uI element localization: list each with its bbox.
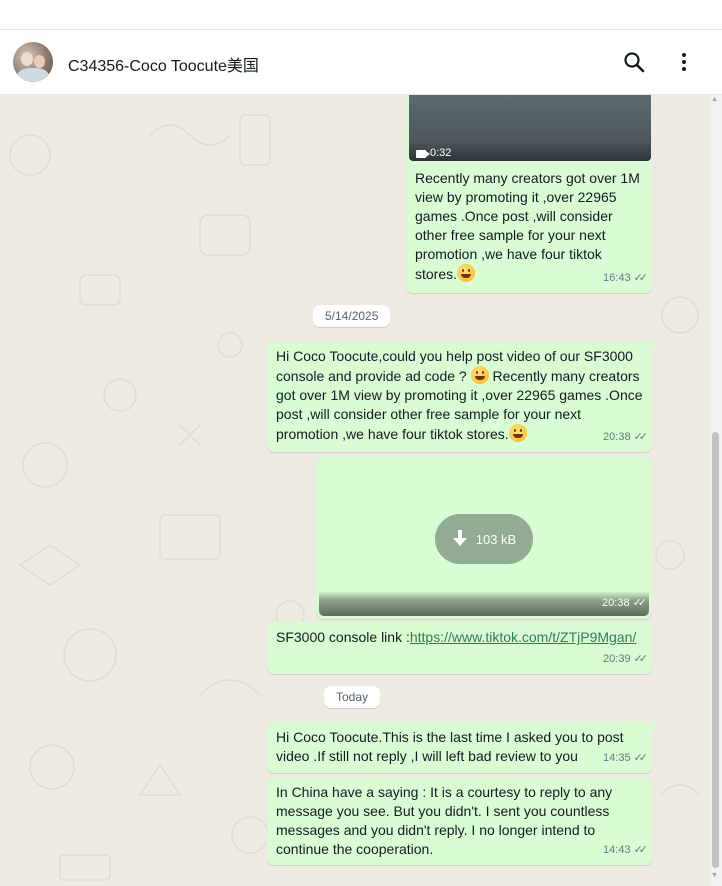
download-arrow-icon <box>452 530 467 546</box>
read-ticks-icon: ✓✓ <box>632 597 648 609</box>
message-meta: 20:39 ✓✓ <box>603 650 649 669</box>
contact-name[interactable]: C34356-Coco Toocute美国 <box>68 52 259 76</box>
window-top-strip <box>0 0 722 30</box>
message-bubble[interactable]: Hi Coco Toocute.This is the last time I … <box>267 722 652 773</box>
scroll-up-arrow-icon[interactable]: ▲ <box>711 96 718 103</box>
bubble-tail <box>652 722 660 730</box>
contact-avatar[interactable] <box>13 42 53 82</box>
grinning-face-emoji <box>457 264 476 282</box>
video-duration: 0:32 <box>416 144 451 163</box>
message-text: SF3000 console link :https://www.tiktok.… <box>276 629 637 645</box>
date-divider: Today <box>324 686 381 708</box>
grinning-face-emoji <box>470 366 489 384</box>
read-ticks-icon: ✓✓ <box>633 431 649 443</box>
scroll-down-arrow-icon[interactable]: ▼ <box>711 872 718 879</box>
tiktok-link[interactable]: https://www.tiktok.com/t/ZTjP9Mgan/ <box>410 629 636 645</box>
chat-panel: 0:32 Recently many creators got over 1M … <box>0 95 710 886</box>
download-button[interactable]: 103 kB <box>435 514 533 564</box>
search-icon[interactable] <box>622 50 646 74</box>
message-text: In China have a saying : It is a courtes… <box>276 784 613 857</box>
message-meta: 16:43 ✓✓ <box>603 269 649 288</box>
chat-header: C34356-Coco Toocute美国 <box>0 30 722 95</box>
kebab-menu-icon[interactable] <box>672 50 696 74</box>
image-placeholder[interactable]: 103 kB 20:38 ✓✓ <box>319 459 649 616</box>
read-ticks-icon: ✓✓ <box>633 752 649 764</box>
message-meta: 20:38 ✓✓ <box>603 428 649 447</box>
message-bubble[interactable]: SF3000 console link :https://www.tiktok.… <box>267 622 652 674</box>
video-camera-icon <box>416 149 430 158</box>
message-text: Hi Coco Toocute.This is the last time I … <box>276 729 624 764</box>
read-ticks-icon: ✓✓ <box>633 272 649 284</box>
message-meta: 14:43 ✓✓ <box>603 841 649 860</box>
message-bubble[interactable]: In China have a saying : It is a courtes… <box>267 777 652 865</box>
grinning-face-emoji <box>508 424 527 442</box>
message-text: Hi Coco Toocute,could you help post vide… <box>276 348 643 442</box>
bubble-tail <box>652 341 660 349</box>
message-bubble[interactable]: Hi Coco Toocute,could you help post vide… <box>267 341 652 452</box>
date-divider: 5/14/2025 <box>313 305 391 327</box>
message-meta: 20:38 ✓✓ <box>602 594 648 613</box>
chat-scrollbar-thumb[interactable] <box>712 432 719 868</box>
read-ticks-icon: ✓✓ <box>633 844 649 856</box>
message-video[interactable]: 0:32 Recently many creators got over 1M … <box>406 95 652 293</box>
message-image[interactable]: 103 kB 20:38 ✓✓ <box>316 456 652 619</box>
video-thumbnail[interactable]: 0:32 <box>409 95 651 161</box>
read-ticks-icon: ✓✓ <box>633 653 649 665</box>
message-meta: 14:35 ✓✓ <box>603 749 649 768</box>
message-text: Recently many creators got over 1M view … <box>415 170 640 282</box>
